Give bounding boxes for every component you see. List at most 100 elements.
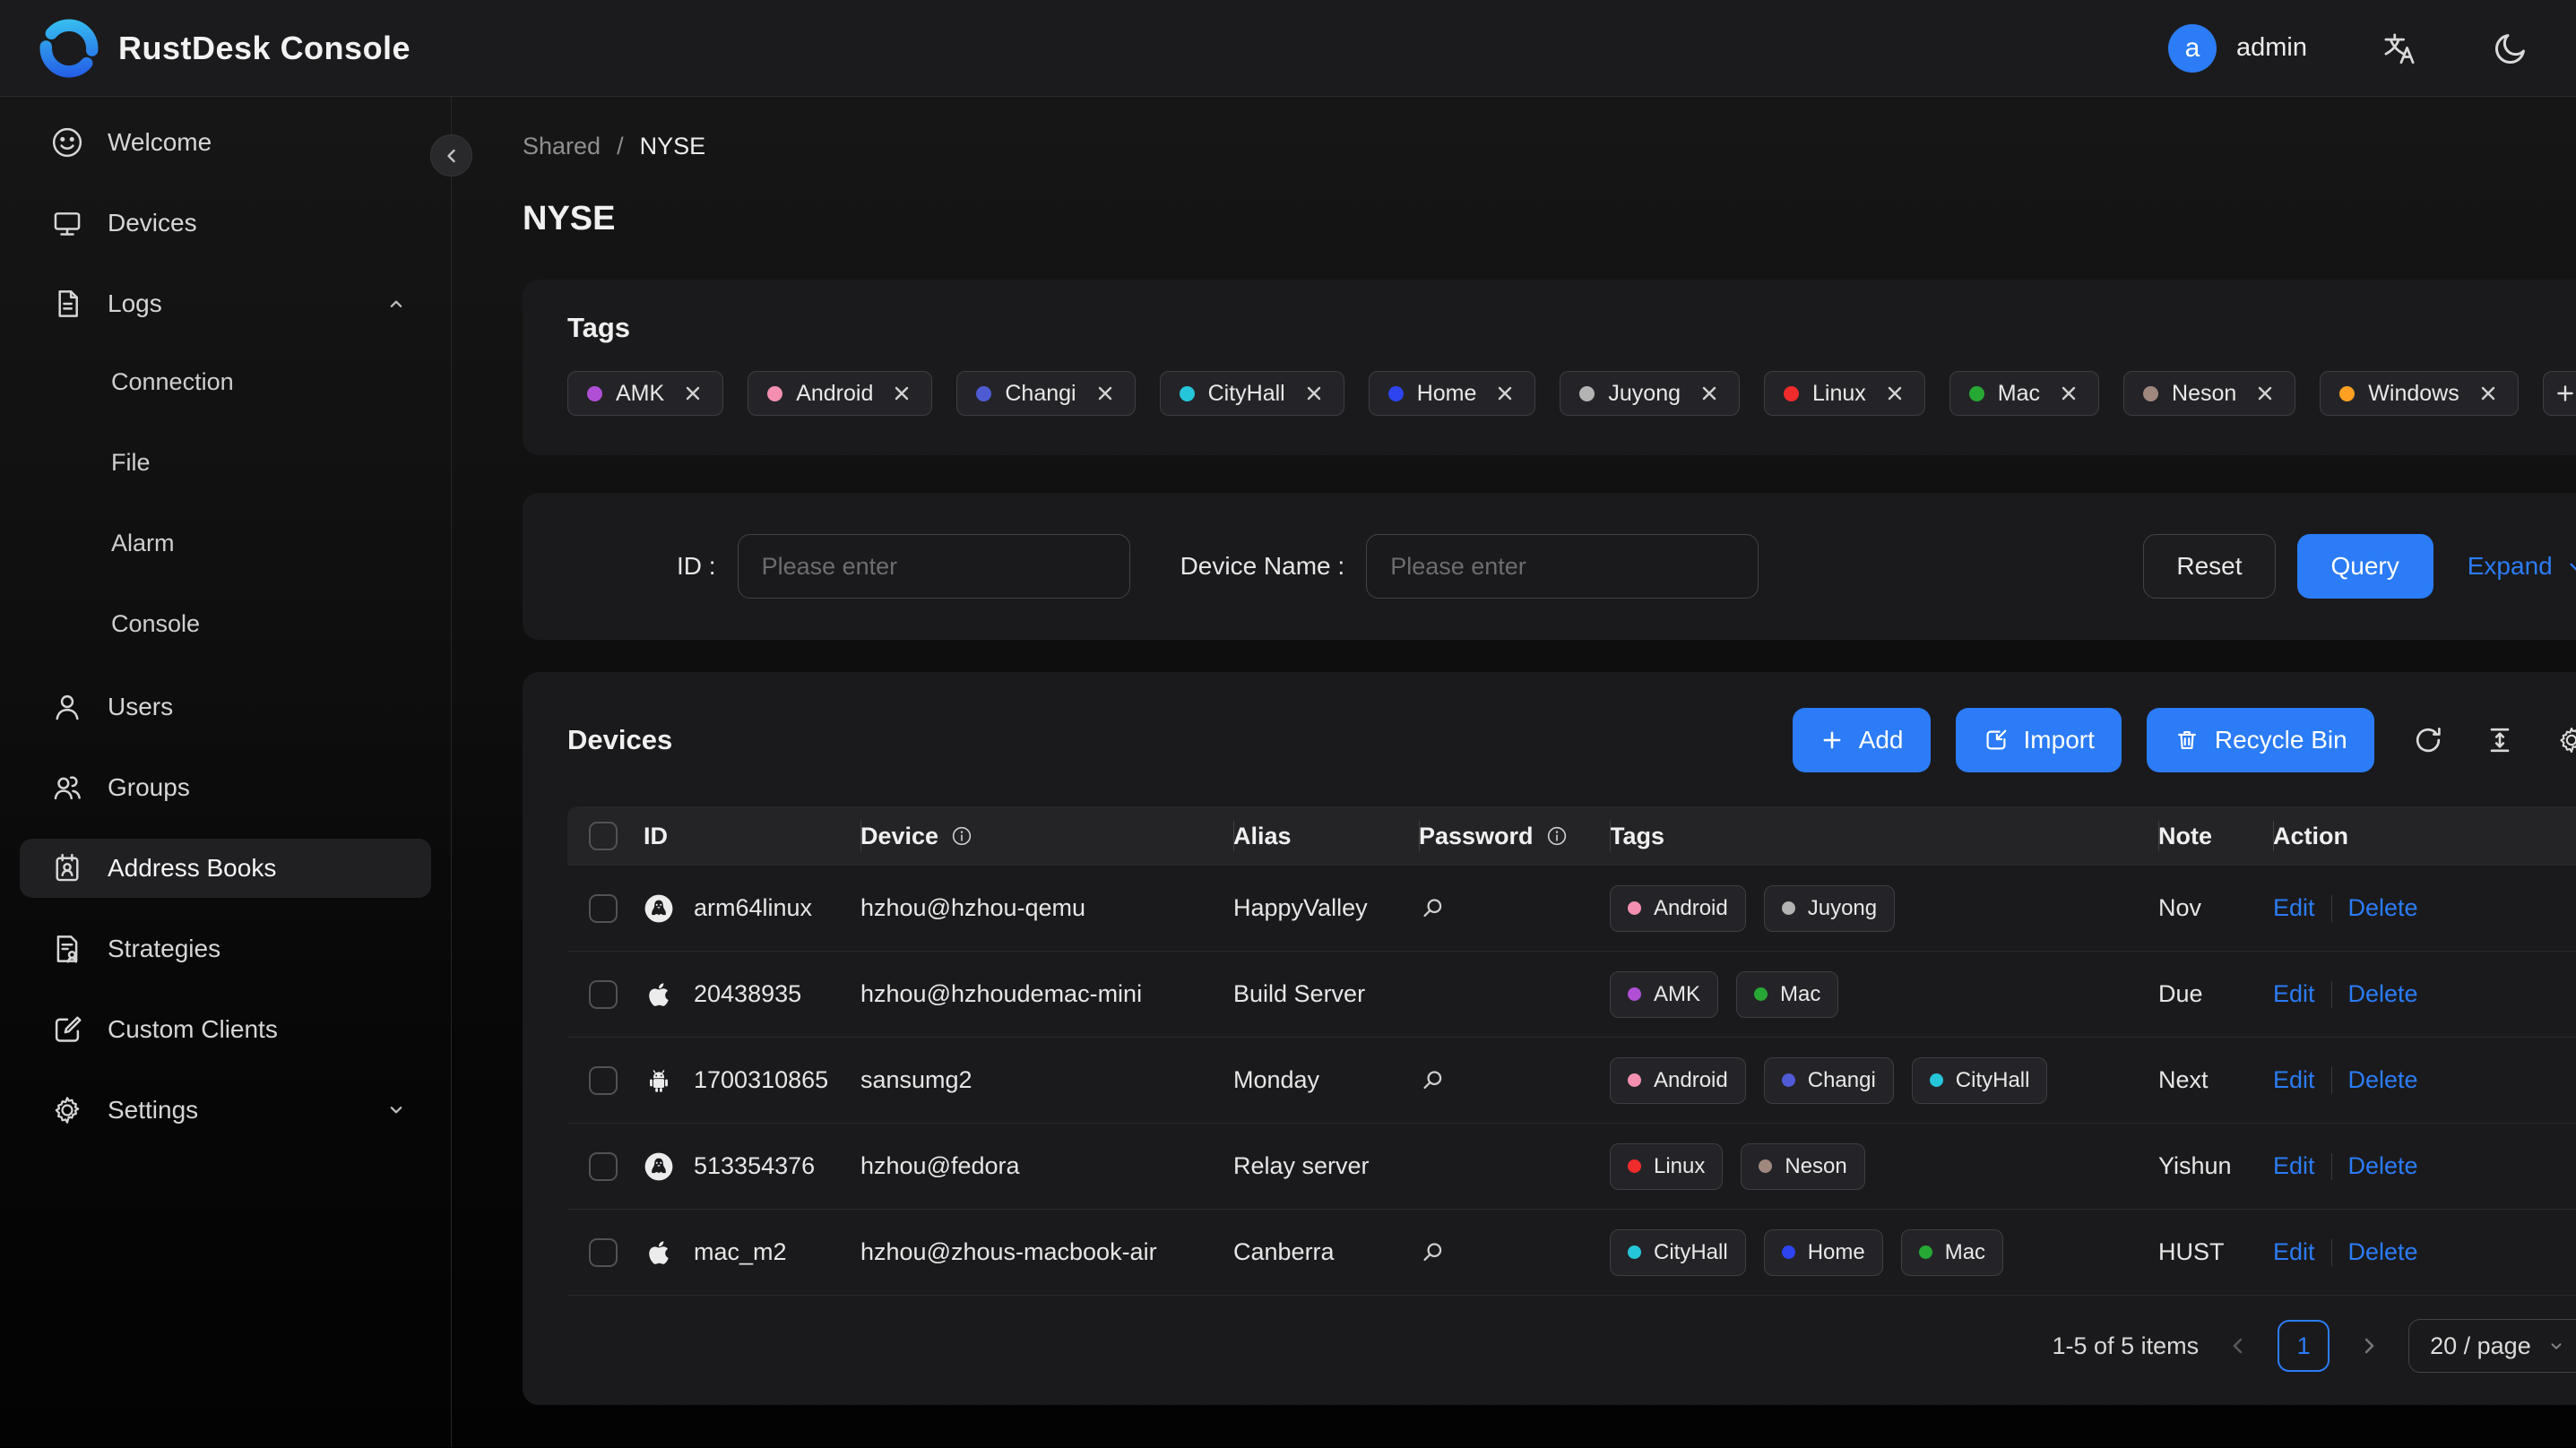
add-tag-button[interactable]	[2542, 371, 2576, 416]
query-button[interactable]: Query	[2296, 534, 2433, 599]
delete-link[interactable]: Delete	[2348, 1066, 2418, 1094]
tags-chip-list: AMK Android Changi CityHall Home Juyong …	[567, 371, 2576, 416]
column-label: Alias	[1233, 822, 1292, 849]
sidebar-item-console[interactable]: Console	[20, 597, 431, 651]
tag-chip: Neson	[2123, 371, 2296, 416]
remove-tag-icon[interactable]	[2058, 383, 2079, 404]
select-all-checkbox[interactable]	[589, 822, 618, 850]
row-checkbox[interactable]	[589, 979, 618, 1009]
devices-card-title: Devices	[567, 724, 673, 755]
device-note: Due	[2158, 980, 2203, 1007]
tag-chip: Android	[748, 371, 933, 416]
sidebar-item-label: Strategies	[108, 935, 221, 962]
sidebar: Welcome Devices Logs Connection File Ala…	[0, 97, 472, 1447]
device-tags: Android Changi CityHall	[1610, 1056, 2158, 1104]
add-device-button[interactable]: Add	[1792, 708, 1931, 772]
column-label: Action	[2273, 822, 2348, 849]
tag-chip-label: Changi	[1005, 380, 1076, 406]
remove-tag-icon[interactable]	[1884, 383, 1906, 404]
edit-square-icon	[55, 1016, 82, 1042]
password-view-icon[interactable]	[1419, 1067, 1446, 1094]
sidebar-item-settings[interactable]: Settings	[20, 1081, 431, 1140]
language-icon[interactable]	[2381, 30, 2418, 67]
edit-link[interactable]: Edit	[2273, 894, 2315, 922]
prev-page-icon[interactable]	[2226, 1333, 2251, 1358]
sidebar-collapse-button[interactable]	[430, 134, 472, 177]
avatar[interactable]: a	[2168, 23, 2217, 73]
row-checkbox[interactable]	[589, 893, 618, 923]
remove-tag-icon[interactable]	[1094, 383, 1116, 404]
next-page-icon[interactable]	[2356, 1333, 2382, 1358]
info-icon[interactable]	[1545, 824, 1569, 848]
row-checkbox[interactable]	[589, 1237, 618, 1267]
sidebar-item-strategies[interactable]: Strategies	[20, 919, 431, 978]
linux-icon	[644, 1152, 673, 1180]
row-height-icon[interactable]	[2484, 724, 2516, 756]
row-checkbox[interactable]	[589, 1151, 618, 1181]
gear-icon	[55, 1097, 80, 1124]
edit-link[interactable]: Edit	[2273, 1238, 2315, 1266]
tag-label: Mac	[1780, 981, 1821, 1006]
tag-chip-label: Android	[796, 380, 874, 406]
import-button[interactable]: Import	[1955, 708, 2122, 772]
sidebar-item-welcome[interactable]: Welcome	[20, 113, 431, 172]
chevron-down-icon	[2551, 1343, 2562, 1349]
tag-color-dot	[2339, 385, 2356, 401]
edit-link[interactable]: Edit	[2273, 1152, 2315, 1180]
edit-link[interactable]: Edit	[2273, 980, 2315, 1008]
sidebar-item-connection[interactable]: Connection	[20, 355, 431, 409]
document-icon	[58, 290, 78, 317]
sidebar-item-alarm[interactable]: Alarm	[20, 516, 431, 570]
current-page-button[interactable]: 1	[2278, 1320, 2330, 1372]
sidebar-item-address-books[interactable]: Address Books	[20, 839, 431, 898]
device-tag: Mac	[1736, 970, 1839, 1018]
sidebar-item-logs[interactable]: Logs	[20, 274, 431, 333]
delete-link[interactable]: Delete	[2348, 980, 2418, 1008]
edit-link[interactable]: Edit	[2273, 1066, 2315, 1094]
remove-tag-icon[interactable]	[2477, 383, 2499, 404]
reset-button[interactable]: Reset	[2143, 534, 2276, 599]
sidebar-item-devices[interactable]: Devices	[20, 194, 431, 253]
tag-color-dot	[2143, 385, 2159, 401]
dark-mode-moon-icon[interactable]	[2492, 30, 2529, 67]
device-name-filter-input[interactable]	[1366, 534, 1759, 599]
device-note: HUST	[2158, 1238, 2225, 1265]
sidebar-item-groups[interactable]: Groups	[20, 758, 431, 817]
delete-link[interactable]: Delete	[2348, 1152, 2418, 1180]
page-size-select[interactable]: 20 / page	[2408, 1319, 2576, 1373]
breadcrumb-current: NYSE	[639, 133, 706, 159]
remove-tag-icon[interactable]	[1303, 383, 1325, 404]
user-name[interactable]: admin	[2236, 33, 2307, 63]
delete-link[interactable]: Delete	[2348, 1238, 2418, 1266]
remove-tag-icon[interactable]	[2254, 383, 2276, 404]
device-note: Next	[2158, 1066, 2209, 1093]
device-tag: Juyong	[1763, 884, 1896, 932]
device-alias: Relay server	[1233, 1152, 1370, 1179]
tag-label: AMK	[1654, 981, 1701, 1006]
id-filter-input[interactable]	[737, 534, 1130, 599]
column-header-note: Note	[2158, 806, 2273, 866]
expand-toggle[interactable]: Expand	[2468, 552, 2576, 581]
remove-tag-icon[interactable]	[1494, 383, 1516, 404]
sidebar-item-custom-clients[interactable]: Custom Clients	[20, 1000, 431, 1059]
sidebar-item-label: Alarm	[111, 529, 175, 556]
sidebar-item-file[interactable]: File	[20, 435, 431, 489]
breadcrumb-parent[interactable]: Shared	[523, 133, 601, 160]
remove-tag-icon[interactable]	[682, 383, 704, 404]
row-checkbox[interactable]	[589, 1065, 618, 1095]
devices-table: ID Device Alias Password Tags Note Actio…	[567, 806, 2576, 1296]
delete-link[interactable]: Delete	[2348, 894, 2418, 922]
sidebar-item-label: Groups	[108, 773, 190, 801]
refresh-icon[interactable]	[2412, 724, 2444, 756]
password-view-icon[interactable]	[1419, 895, 1446, 922]
sidebar-item-label: Welcome	[108, 128, 212, 156]
sidebar-item-users[interactable]: Users	[20, 677, 431, 737]
password-view-icon[interactable]	[1419, 1239, 1446, 1266]
remove-tag-icon[interactable]	[891, 383, 912, 404]
info-icon[interactable]	[950, 824, 973, 848]
device-alias: Build Server	[1233, 980, 1366, 1007]
table-settings-gear-icon[interactable]	[2555, 724, 2576, 756]
recycle-bin-button[interactable]: Recycle Bin	[2146, 708, 2374, 772]
tag-label: Neson	[1785, 1153, 1847, 1178]
remove-tag-icon[interactable]	[1699, 383, 1720, 404]
